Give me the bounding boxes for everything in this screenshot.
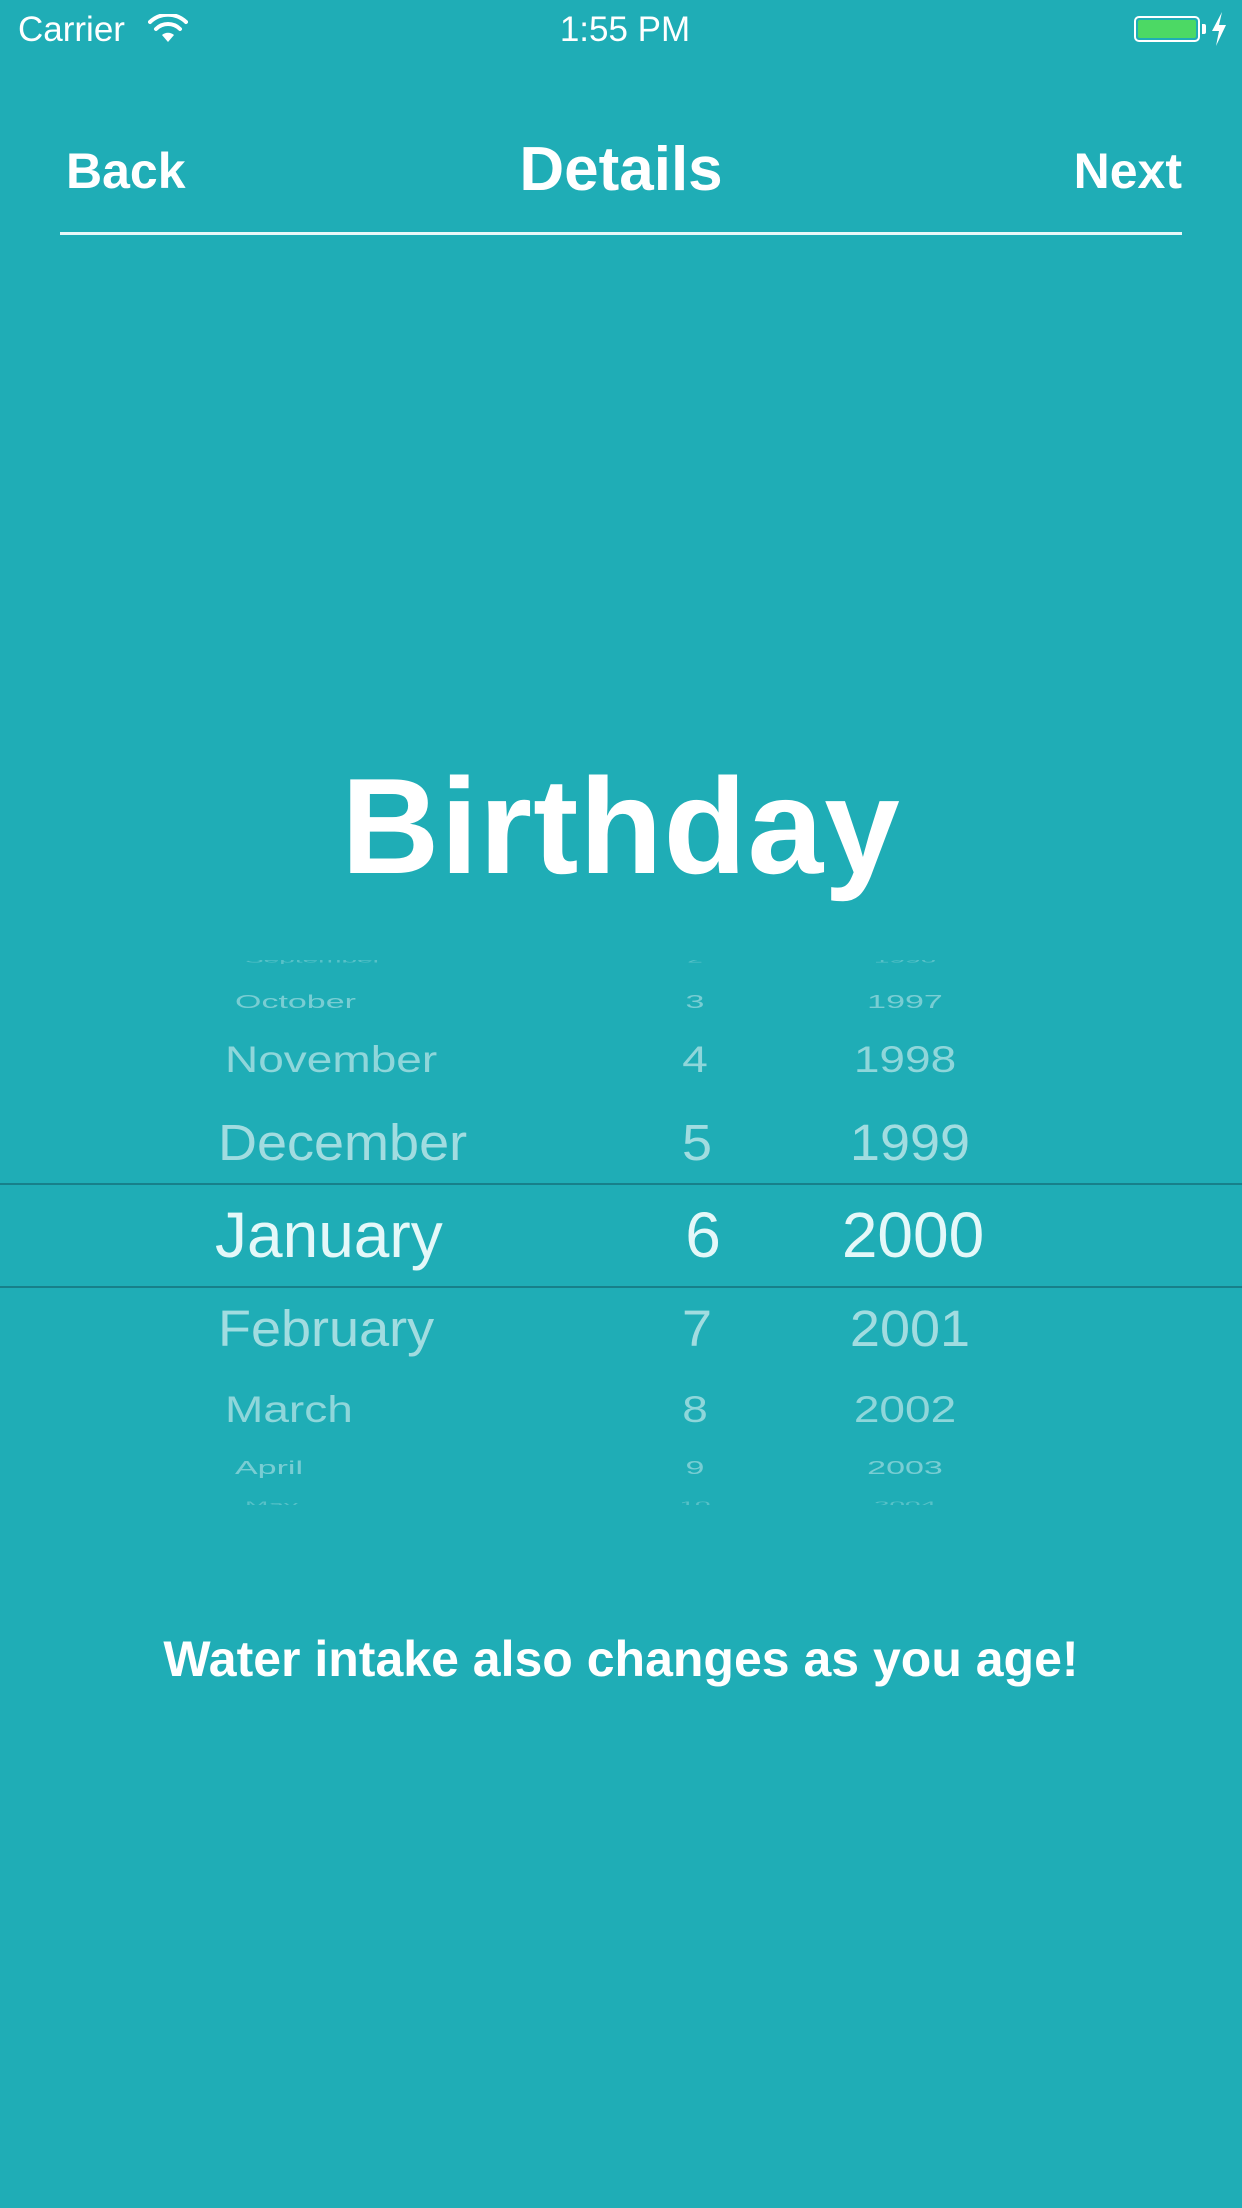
picker-year: 2000 [841,1198,985,1271]
picker-year: 2003 [867,1457,943,1479]
picker-year: 2004 [873,1500,937,1505]
picker-year: 2001 [849,1300,971,1358]
picker-month: October [235,991,356,1013]
bolt-icon [1212,12,1226,46]
picker-month: March [225,1388,353,1431]
status-time: 1:55 PM [559,10,691,49]
battery-cap [1202,24,1206,34]
battery-icon [1134,16,1200,42]
birthday-date-picker[interactable]: September21996 October31997 November41998 D… [0,960,1242,1505]
picker-row[interactable]: March 8 2002 [0,1382,1242,1437]
picker-year: 1996 [755,960,1055,965]
picker-row-selected[interactable]: January 6 2000 [0,1197,1242,1274]
picker-row[interactable]: September21996 [0,960,1242,977]
picker-month: February [218,1300,435,1358]
picker-row[interactable]: December 5 1999 [0,1111,1242,1176]
picker-row[interactable]: April 9 2003 [0,1448,1242,1489]
picker-month: December [218,1114,468,1172]
picker-row[interactable]: November 4 1998 [0,1032,1242,1087]
birthday-heading: Birthday [341,750,901,902]
picker-year: 1998 [853,1038,957,1081]
picker-month: January [215,1198,443,1271]
next-button[interactable]: Next [1074,142,1182,200]
picker-year: 1997 [867,991,943,1013]
age-info-text: Water intake also changes as you age! [163,1631,1079,1687]
picker-month: May [245,1500,298,1505]
picker-selection-line-top [0,1183,1242,1185]
nav-divider [60,232,1182,235]
nav-bar: Back Details Next [60,120,1182,220]
picker-year: 1999 [849,1114,971,1172]
page-title: Details [519,135,723,204]
picker-selection-line-bottom [0,1286,1242,1288]
picker-month: September [245,960,382,965]
picker-row[interactable]: February 7 2001 [0,1297,1242,1362]
picker-year: 2002 [853,1388,957,1431]
picker-row[interactable]: October 3 1997 [0,982,1242,1023]
picker-row[interactable]: May 10 2004 [0,1488,1242,1505]
picker-month: November [225,1038,438,1081]
picker-month: April [235,1457,304,1479]
status-bar: Carrier 1:55 PM [0,0,1242,60]
